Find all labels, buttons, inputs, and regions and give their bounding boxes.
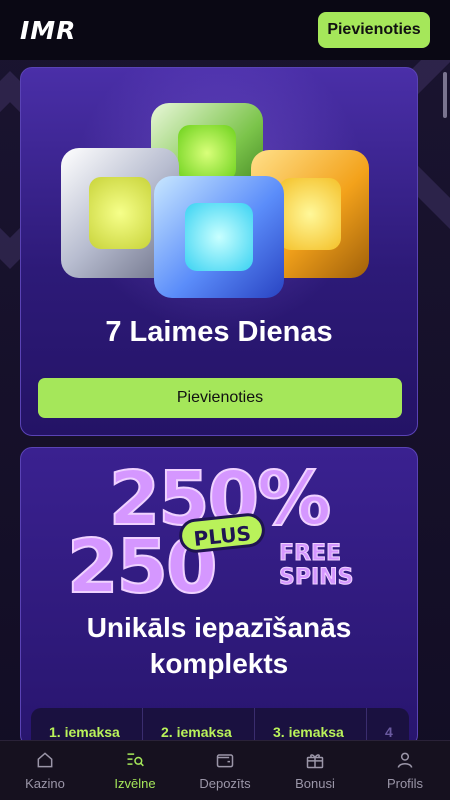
promo-card-lucky-days[interactable]: 7 Laimes Dienas Pievienoties: [20, 67, 418, 436]
nav-label: Kazino: [25, 776, 65, 791]
nav-item-depozits[interactable]: Depozīts: [180, 741, 270, 800]
nav-label: Bonusi: [295, 776, 335, 791]
nav-label: Profils: [386, 776, 424, 791]
promo-title: 7 Laimes Dienas: [105, 316, 333, 348]
free-spins-line2: SPINS: [278, 565, 354, 590]
bottom-navigation: Kazino Izvēlne Depozīts Bonusi Profils: [0, 740, 450, 800]
wallet-icon: [216, 754, 234, 768]
nav-item-kazino[interactable]: Kazino: [0, 741, 90, 800]
promo-join-button[interactable]: Pievienoties: [38, 378, 402, 418]
promo-title-line1: Unikāls iepazīšanās: [86, 612, 352, 643]
nav-item-profils[interactable]: Profils: [360, 741, 450, 800]
promo-card-welcome-package[interactable]: 250% 250 PLUS FREE SPINS Unikāls iepazīš…: [20, 447, 418, 747]
user-icon: [397, 752, 413, 768]
menu-search-icon: [127, 753, 144, 767]
header: IMR Pievienoties: [0, 0, 450, 60]
join-button[interactable]: Pievienoties: [318, 12, 430, 48]
blue-box: [154, 176, 284, 298]
logo[interactable]: IMR: [20, 16, 76, 45]
nav-label: Depozīts: [199, 776, 251, 791]
promo-title-line2: komplekts: [149, 648, 289, 679]
promo-title: Unikāls iepazīšanās komplekts: [21, 610, 417, 682]
gift-icon: [306, 754, 324, 769]
free-spins-line1: FREE: [278, 541, 342, 566]
mystery-boxes-image: [21, 68, 417, 308]
page: IMR Pievienoties 7 Laimes Dienas Pievien…: [0, 0, 450, 800]
home-icon: [37, 752, 53, 768]
free-spins-label: FREE SPINS: [278, 541, 354, 590]
nav-item-bonusi[interactable]: Bonusi: [270, 741, 360, 800]
scrollbar[interactable]: [443, 72, 447, 118]
nav-label: Izvēlne: [114, 776, 156, 791]
nav-item-izvelne[interactable]: Izvēlne: [90, 741, 180, 800]
